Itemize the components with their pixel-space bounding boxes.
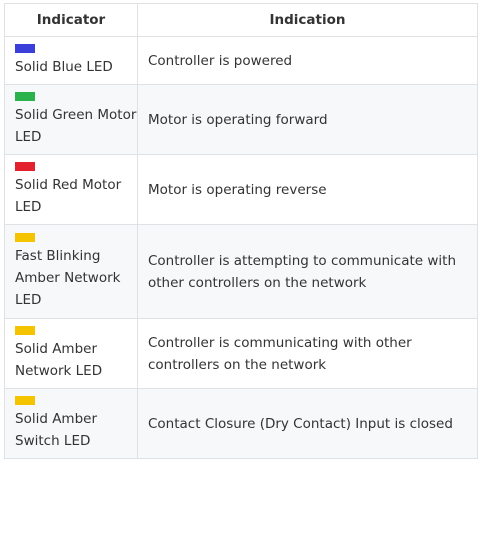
amber-led-swatch-icon (15, 325, 35, 335)
indicator-cell: Solid Green Motor LED (4, 84, 138, 155)
led-indicator-table: Indicator Indication Solid Blue LED Cont… (4, 3, 478, 459)
indication-cell: Controller is communicating with other c… (137, 318, 478, 389)
indicator-cell: Solid Red Motor LED (4, 154, 138, 225)
indicator-label: Fast Blinking Amber Network LED (15, 247, 121, 308)
blue-led-swatch-icon (15, 43, 35, 53)
indicator-label: Solid Blue LED (15, 58, 113, 75)
indication-column-header: Indication (137, 3, 478, 37)
indicator-cell: Solid Amber Switch LED (4, 388, 138, 459)
indicator-label: Solid Red Motor LED (15, 176, 122, 215)
indicator-label: Solid Green Motor LED (15, 106, 137, 145)
indicator-cell: Solid Amber Network LED (4, 318, 138, 389)
table-row: Fast Blinking Amber Network LED Controll… (4, 224, 478, 319)
indicator-cell: Fast Blinking Amber Network LED (4, 224, 138, 319)
indication-cell: Controller is powered (137, 36, 478, 85)
indication-cell: Controller is attempting to communicate … (137, 224, 478, 319)
table-row: Solid Blue LED Controller is powered (4, 36, 478, 85)
table-row: Solid Amber Network LED Controller is co… (4, 318, 478, 389)
red-led-swatch-icon (15, 161, 35, 171)
indicator-column-header: Indicator (4, 3, 138, 37)
amber-led-swatch-icon (15, 395, 35, 405)
indication-cell: Motor is operating forward (137, 84, 478, 155)
table-row: Solid Red Motor LED Motor is operating r… (4, 154, 478, 225)
indication-cell: Motor is operating reverse (137, 154, 478, 225)
amber-led-swatch-icon (15, 232, 35, 242)
green-led-swatch-icon (15, 91, 35, 101)
table-row: Solid Green Motor LED Motor is operating… (4, 84, 478, 155)
indication-cell: Contact Closure (Dry Contact) Input is c… (137, 388, 478, 459)
indicator-label: Solid Amber Network LED (15, 340, 103, 379)
indicator-cell: Solid Blue LED (4, 36, 138, 85)
indicator-label: Solid Amber Switch LED (15, 410, 98, 449)
table-header-row: Indicator Indication (4, 3, 478, 37)
table-row: Solid Amber Switch LED Contact Closure (… (4, 388, 478, 459)
